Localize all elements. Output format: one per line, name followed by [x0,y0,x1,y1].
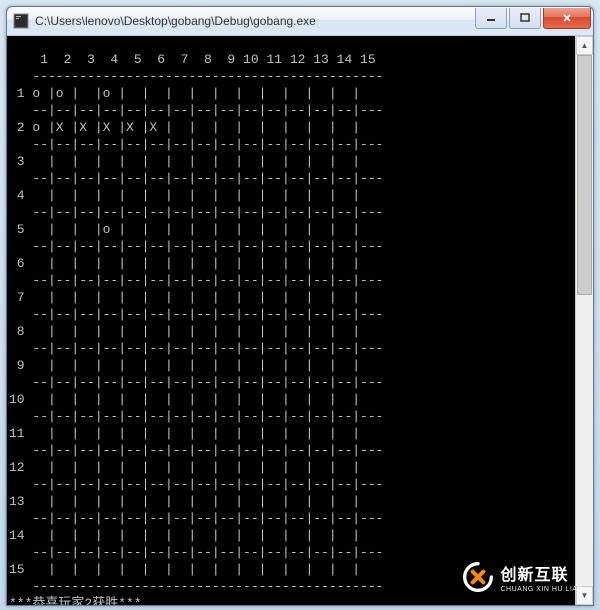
scroll-track[interactable] [577,55,592,586]
console-area: 1 2 3 4 5 6 7 8 9 10 11 12 13 14 15 ----… [7,36,593,605]
maximize-button[interactable] [509,8,541,29]
vertical-scrollbar[interactable]: ▲ ▼ [575,36,593,605]
window-title: C:\Users\lenovo\Desktop\gobang\Debug\gob… [35,14,473,28]
app-icon [13,13,29,29]
minimize-button[interactable] [475,8,507,29]
scroll-thumb[interactable] [577,55,592,295]
window-buttons [473,8,591,28]
watermark: 创新互联 CHUANG XIN HU LIAN [462,561,583,593]
titlebar[interactable]: C:\Users\lenovo\Desktop\gobang\Debug\gob… [7,7,593,36]
console-output: 1 2 3 4 5 6 7 8 9 10 11 12 13 14 15 ----… [7,49,576,592]
app-window: C:\Users\lenovo\Desktop\gobang\Debug\gob… [6,6,594,606]
watermark-text-cn: 创新互联 [500,561,583,585]
watermark-logo-icon [462,561,494,593]
scroll-up-button[interactable]: ▲ [576,36,593,55]
close-button[interactable] [543,8,591,29]
watermark-text-en: CHUANG XIN HU LIAN [500,586,583,593]
